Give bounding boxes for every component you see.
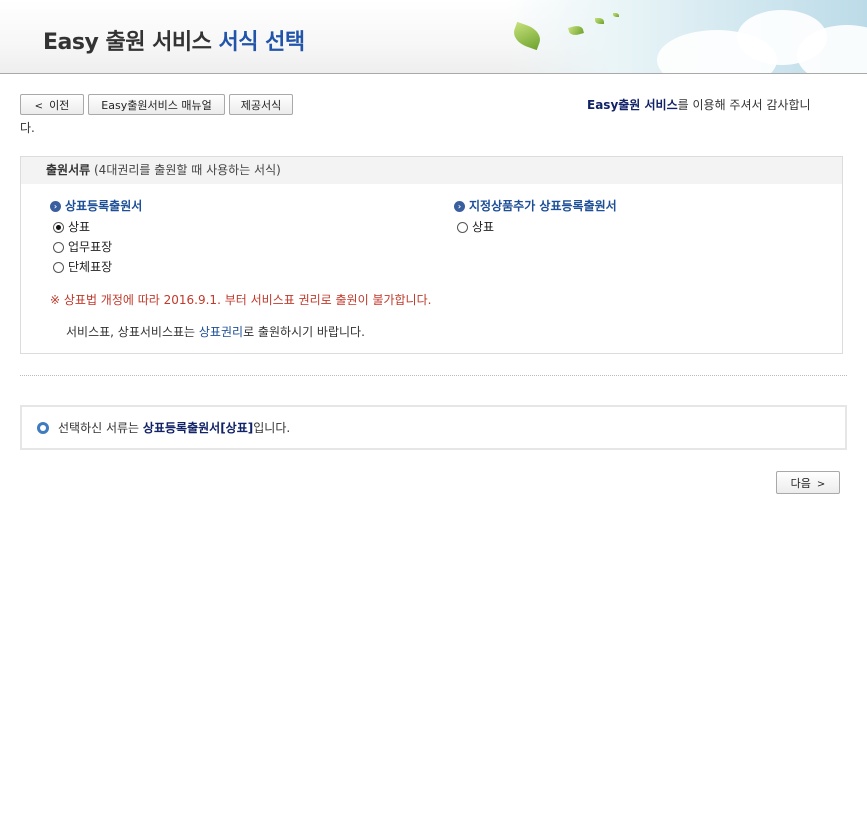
panel-heading-title: 출원서류 (46, 163, 91, 177)
radio-option-trademark[interactable]: 상표 (53, 218, 90, 235)
provided-forms-button[interactable]: 제공서식 (229, 94, 293, 115)
thanks-message: Easy출원 서비스를 이용해 주셔서 감사합니 (587, 96, 811, 113)
group-title-label: 지정상품추가 상표등록출원서 (469, 199, 617, 213)
radio-option-business-mark[interactable]: 업무표장 (53, 238, 112, 255)
page-title-highlight: 서식 선택 (218, 30, 306, 55)
selected-document-text: 선택하신 서류는 상표등록출원서[상표]입니다. (58, 419, 290, 436)
panel-heading: 출원서류 (4대권리를 출원할 때 사용하는 서식) (21, 157, 842, 184)
leaf-icon (595, 18, 604, 24)
group-title-additional-goods-application: › 지정상품추가 상표등록출원서 (454, 197, 617, 214)
note-highlight: 상표권리 (198, 325, 244, 339)
radio-dot-icon (37, 422, 49, 434)
note-text: 서비스표, 상표서비스표는 (66, 325, 199, 339)
selection-suffix: 입니다. (253, 421, 291, 435)
next-button[interactable]: 다음 > (776, 471, 840, 494)
radio-label: 상표 (68, 220, 91, 234)
page-title-prefix: Easy 출원 서비스 (43, 30, 212, 55)
radio-label: 단체표장 (68, 260, 113, 274)
header-sky-illustration (507, 0, 867, 73)
chevron-right-circle-icon: › (50, 201, 61, 212)
manual-button[interactable]: Easy출원서비스 매뉴얼 (88, 94, 225, 115)
thanks-message-wrap: 다. (20, 121, 35, 135)
leaf-icon (613, 13, 619, 17)
leaf-icon (568, 24, 584, 37)
service-name: Easy출원 서비스 (587, 98, 678, 112)
group-title-trademark-application: › 상표등록출원서 (50, 197, 142, 214)
radio-button[interactable] (457, 222, 468, 233)
chevron-right-icon: > (816, 479, 826, 490)
document-type-panel: 출원서류 (4대권리를 출원할 때 사용하는 서식) › 상표등록출원서 상표 업… (20, 156, 843, 354)
radio-option-additional-trademark[interactable]: 상표 (457, 218, 494, 235)
group-title-label: 상표등록출원서 (65, 199, 143, 213)
radio-label: 업무표장 (68, 240, 113, 254)
thanks-text: 를 이용해 주셔서 감사합니 (677, 98, 811, 112)
chevron-right-circle-icon: › (454, 201, 465, 212)
selected-document-name: 상표등록출원서[상표] (142, 421, 254, 435)
selection-prefix: 선택하신 서류는 (58, 421, 143, 435)
chevron-left-icon: < (34, 101, 44, 112)
note-text: 로 출원하시기 바랍니다. (243, 325, 365, 339)
radio-button[interactable] (53, 242, 64, 253)
radio-button[interactable] (53, 262, 64, 273)
law-change-notice: ※ 상표법 개정에 따라 2016.9.1. 부터 서비스표 권리로 출원이 불… (50, 293, 432, 307)
selected-document-box: 선택하신 서류는 상표등록출원서[상표]입니다. (20, 405, 847, 450)
service-mark-note: 서비스표, 상표서비스표는 상표권리로 출원하시기 바랍니다. (66, 323, 365, 340)
prev-button[interactable]: < 이전 (20, 94, 84, 115)
leaf-icon (510, 21, 544, 51)
radio-button-checked[interactable] (53, 222, 64, 233)
page-title: Easy 출원 서비스 서식 선택 (43, 24, 305, 56)
prev-button-label: 이전 (49, 99, 70, 112)
radio-option-collective-mark[interactable]: 단체표장 (53, 258, 112, 275)
radio-label: 상표 (472, 220, 495, 234)
dotted-divider (20, 375, 847, 376)
next-button-label: 다음 (790, 477, 811, 490)
panel-heading-note: (4대권리를 출원할 때 사용하는 서식) (94, 163, 281, 177)
page-header: Easy 출원 서비스 서식 선택 (0, 0, 867, 74)
